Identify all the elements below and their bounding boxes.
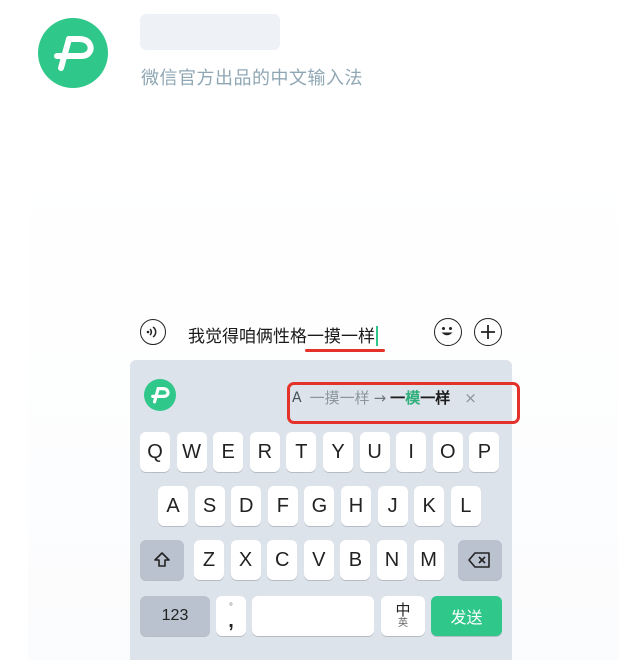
text-caret <box>376 326 378 346</box>
key-u[interactable]: U <box>359 432 390 472</box>
wetype-logo-icon <box>38 18 108 88</box>
backspace-key[interactable] <box>458 540 502 580</box>
punct-main: , <box>228 610 234 632</box>
key-m[interactable]: M <box>413 540 444 580</box>
key-q[interactable]: Q <box>140 432 170 472</box>
input-text-prefix: 我觉得咱俩性格 <box>188 327 307 347</box>
key-p[interactable]: P <box>469 432 500 472</box>
annotation-box <box>287 382 520 424</box>
key-w[interactable]: W <box>176 432 207 472</box>
key-c[interactable]: C <box>267 540 298 580</box>
shift-icon <box>154 552 170 567</box>
key-h[interactable]: H <box>341 486 371 526</box>
space-key[interactable] <box>252 596 374 636</box>
key-t[interactable]: T <box>286 432 317 472</box>
key-o[interactable]: O <box>432 432 463 472</box>
app-title-placeholder <box>140 14 280 50</box>
emoji-icon[interactable] <box>434 318 462 346</box>
key-k[interactable]: K <box>414 486 445 526</box>
message-input[interactable]: 我觉得咱俩性格一摸一样 <box>188 322 378 347</box>
key-i[interactable]: I <box>396 432 427 472</box>
key-y[interactable]: Y <box>323 432 353 472</box>
voice-icon[interactable] <box>140 319 166 345</box>
key-l[interactable]: L <box>450 486 481 526</box>
key-x[interactable]: X <box>230 540 261 580</box>
key-r[interactable]: R <box>249 432 280 472</box>
plus-icon[interactable] <box>474 318 502 346</box>
keyboard-logo-icon[interactable] <box>144 379 176 411</box>
lang-sub: 英 <box>398 617 408 629</box>
language-switch-key[interactable]: 中英 <box>381 596 425 636</box>
key-n[interactable]: N <box>377 540 407 580</box>
key-e[interactable]: E <box>213 432 244 472</box>
key-b[interactable]: B <box>340 540 371 580</box>
input-text-highlight: 一摸一样 <box>307 327 375 347</box>
punctuation-key[interactable]: °, <box>216 596 246 636</box>
key-v[interactable]: V <box>303 540 334 580</box>
backspace-icon <box>468 552 490 568</box>
annotation-underline <box>305 349 385 352</box>
key-j[interactable]: J <box>377 486 408 526</box>
key-d[interactable]: D <box>231 486 262 526</box>
lang-main: 中 <box>395 601 411 619</box>
key-z[interactable]: Z <box>194 540 224 580</box>
app-subtitle: 微信官方出品的中文输入法 <box>141 68 363 89</box>
key-g[interactable]: G <box>304 486 335 526</box>
shift-key[interactable] <box>140 540 184 580</box>
send-button[interactable]: 发送 <box>431 596 502 636</box>
key-s[interactable]: S <box>194 486 225 526</box>
key-a[interactable]: A <box>158 486 188 526</box>
key-f[interactable]: F <box>267 486 298 526</box>
numbers-key[interactable]: 123 <box>140 596 210 636</box>
